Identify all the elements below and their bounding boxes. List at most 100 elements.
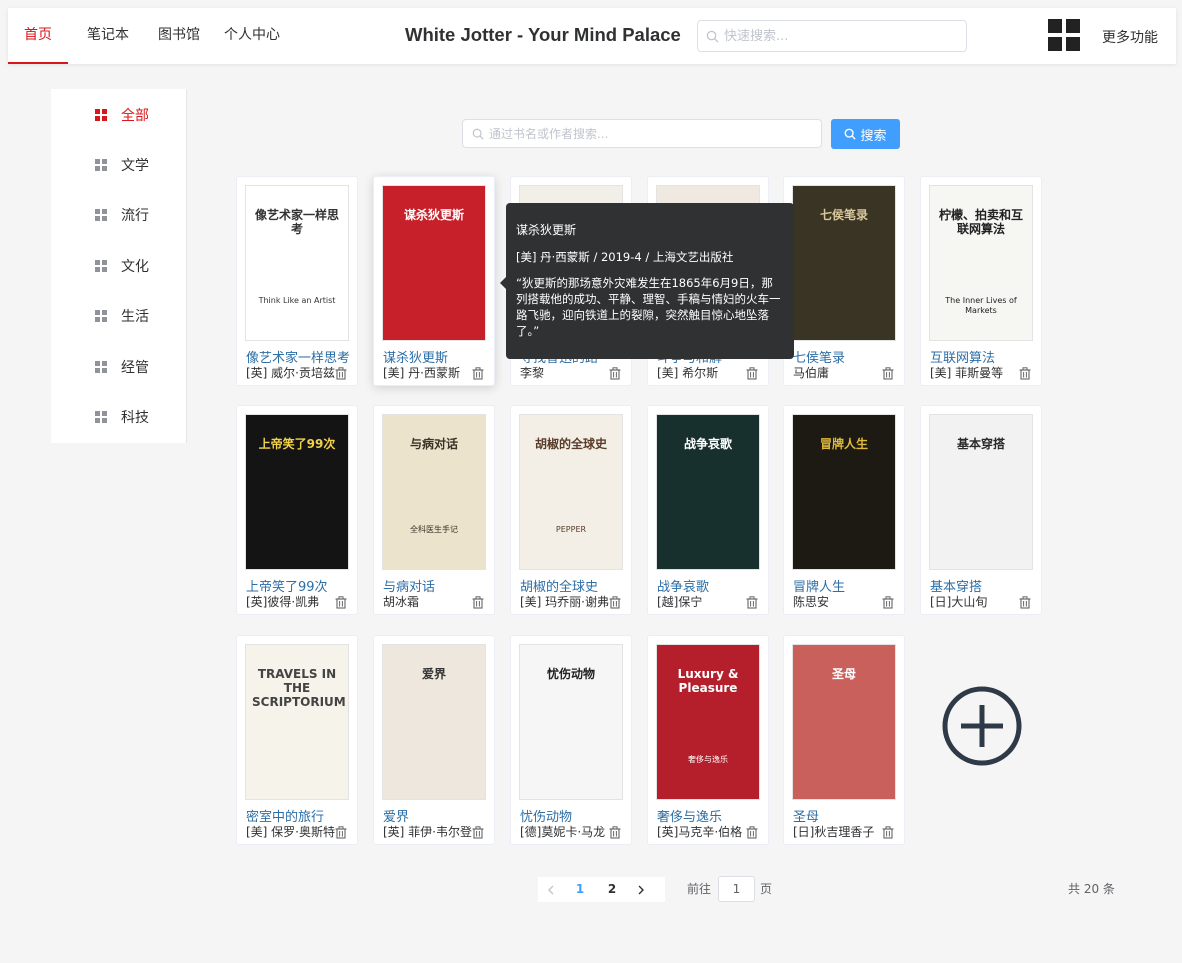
grid-icon[interactable] <box>1048 19 1080 51</box>
sidebar-item-label: 生活 <box>121 309 149 325</box>
cover-title: 谋杀狄更斯 <box>403 208 464 222</box>
goto-unit: 页 <box>760 882 773 896</box>
cover-subtitle: 全科医生手记 <box>410 525 458 534</box>
cover-title: 柠檬、拍卖和互联网算法 <box>938 208 1023 236</box>
trash-icon[interactable] <box>1019 365 1031 384</box>
book-card[interactable]: 基本穿搭 基本穿搭 [日]大山旬 <box>920 405 1042 615</box>
book-author: 胡冰霜 <box>383 595 420 609</box>
trash-icon[interactable] <box>472 594 484 613</box>
nav-item-library[interactable]: 图书馆 <box>146 8 212 64</box>
book-card[interactable]: 谋杀狄更斯 谋杀狄更斯 [美] 丹·西蒙斯 <box>373 176 495 386</box>
trash-icon[interactable] <box>882 824 894 843</box>
book-cover[interactable]: 谋杀狄更斯 <box>382 185 486 341</box>
book-card[interactable]: 与病对话 全科医生手记 与病对话 胡冰霜 <box>373 405 495 615</box>
book-cover[interactable]: 忧伤动物 <box>519 644 623 800</box>
cover-title: 七侯笔录 <box>819 208 868 222</box>
trash-icon[interactable] <box>609 594 621 613</box>
sidebar-item-business[interactable]: 经管 <box>51 342 187 392</box>
book-cover[interactable]: 上帝笑了99次 <box>245 414 349 570</box>
book-search-box[interactable] <box>462 119 822 148</box>
sidebar-item-label: 全部 <box>121 108 149 124</box>
book-card[interactable]: 圣母 圣母 [日]秋吉理香子 <box>783 635 905 845</box>
trash-icon[interactable] <box>882 365 894 384</box>
cover-title: 战争哀歌 <box>683 437 732 451</box>
book-cover[interactable]: 圣母 <box>792 644 896 800</box>
prev-page-button[interactable] <box>538 877 564 902</box>
book-card[interactable]: 爱界 爱界 [英] 菲伊·韦尔登 <box>373 635 495 845</box>
book-tooltip: 谋杀狄更斯 [美] 丹·西蒙斯 / 2019-4 / 上海文艺出版社 “狄更斯的… <box>500 203 794 359</box>
book-author: [日]秋吉理香子 <box>793 825 875 839</box>
trash-icon[interactable] <box>472 365 484 384</box>
book-cover[interactable]: 战争哀歌 <box>656 414 760 570</box>
sidebar-item-life[interactable]: 生活 <box>51 291 187 341</box>
sidebar-item-literature[interactable]: 文学 <box>51 140 187 190</box>
goto-label: 前往 <box>687 882 712 896</box>
book-cover[interactable]: Luxury & Pleasure 奢侈与逸乐 <box>656 644 760 800</box>
book-cover[interactable]: 冒牌人生 <box>792 414 896 570</box>
book-card[interactable]: Luxury & Pleasure 奢侈与逸乐 奢侈与逸乐 [英]马克辛·伯格 <box>647 635 769 845</box>
book-card[interactable]: 胡椒的全球史 PEPPER 胡椒的全球史 [美] 玛乔丽·谢弗 <box>510 405 632 615</box>
book-card[interactable]: 像艺术家一样思考 Think Like an Artist 像艺术家一样思考 [英] … <box>236 176 358 386</box>
book-author: [美] 保罗·奥斯特 <box>246 825 335 839</box>
page-number[interactable]: 2 <box>596 877 628 902</box>
book-cover[interactable]: 与病对话 全科医生手记 <box>382 414 486 570</box>
next-page-button[interactable] <box>628 877 654 902</box>
grid-icon <box>95 159 107 171</box>
book-card[interactable]: 忧伤动物 忧伤动物 [德]莫妮卡·马龙 <box>510 635 632 845</box>
trash-icon[interactable] <box>746 824 758 843</box>
trash-icon[interactable] <box>746 594 758 613</box>
add-book-button[interactable] <box>942 686 1022 770</box>
trash-icon[interactable] <box>746 365 758 384</box>
trash-icon[interactable] <box>882 594 894 613</box>
book-card[interactable]: TRAVELS IN THE SCRIPTORIUM 密室中的旅行 [美] 保罗·奥… <box>236 635 358 845</box>
sidebar-item-label: 文学 <box>121 158 149 174</box>
tooltip-meta: [美] 丹·西蒙斯 / 2019-4 / 上海文艺出版社 <box>516 250 734 264</box>
book-search-input[interactable] <box>489 120 815 147</box>
more-functions-menu[interactable]: 更多功能 <box>1102 27 1158 47</box>
book-card[interactable]: 七侯笔录 七侯笔录 马伯庸 <box>783 176 905 386</box>
book-card[interactable]: 上帝笑了99次 上帝笑了99次 [英]彼得·凯弗 <box>236 405 358 615</box>
cover-subtitle: Think Like an Artist <box>258 296 336 305</box>
sidebar-item-popular[interactable]: 流行 <box>51 190 187 240</box>
book-author: 陈思安 <box>793 595 830 609</box>
book-cover[interactable]: 基本穿搭 <box>929 414 1033 570</box>
trash-icon[interactable] <box>609 365 621 384</box>
book-cover[interactable]: 柠檬、拍卖和互联网算法 The Inner Lives of Markets <box>929 185 1033 341</box>
book-cover[interactable]: 七侯笔录 <box>792 185 896 341</box>
goto-page-input[interactable] <box>718 876 755 902</box>
cover-title: 像艺术家一样思考 <box>254 208 339 236</box>
book-author: [英]马克辛·伯格 <box>657 825 743 839</box>
book-cover[interactable]: 像艺术家一样思考 Think Like an Artist <box>245 185 349 341</box>
book-cover[interactable]: TRAVELS IN THE SCRIPTORIUM <box>245 644 349 800</box>
sidebar-item-culture[interactable]: 文化 <box>51 241 187 291</box>
trash-icon[interactable] <box>335 594 347 613</box>
trash-icon[interactable] <box>1019 594 1031 613</box>
book-author: [英] 威尔·贡培兹 <box>246 366 335 380</box>
trash-icon[interactable] <box>335 365 347 384</box>
book-cover[interactable]: 胡椒的全球史 PEPPER <box>519 414 623 570</box>
quick-search-input[interactable] <box>724 21 960 51</box>
sidebar-item-label: 文化 <box>121 259 149 275</box>
sidebar-item-label: 经管 <box>121 360 149 376</box>
book-card[interactable]: 冒牌人生 冒牌人生 陈思安 <box>783 405 905 615</box>
page-number[interactable]: 1 <box>564 877 596 902</box>
trash-icon[interactable] <box>335 824 347 843</box>
quick-search-box[interactable] <box>697 20 967 52</box>
grid-icon <box>95 411 107 423</box>
search-button[interactable]: 搜索 <box>831 119 900 149</box>
trash-icon[interactable] <box>609 824 621 843</box>
book-cover[interactable]: 爱界 <box>382 644 486 800</box>
tooltip-title: 谋杀狄更斯 <box>516 223 577 237</box>
book-card[interactable]: 战争哀歌 战争哀歌 [越]保宁 <box>647 405 769 615</box>
cover-title: 爱界 <box>421 667 446 681</box>
sidebar-item-technology[interactable]: 科技 <box>51 392 187 442</box>
main-nav: 首页 笔记本 图书馆 个人中心 <box>8 8 292 64</box>
book-card[interactable]: 柠檬、拍卖和互联网算法 The Inner Lives of Markets 互联网… <box>920 176 1042 386</box>
cover-title: 冒牌人生 <box>819 437 868 451</box>
grid-icon <box>95 310 107 322</box>
nav-item-home[interactable]: 首页 <box>8 8 68 64</box>
nav-item-notebook[interactable]: 笔记本 <box>70 8 146 64</box>
nav-item-profile[interactable]: 个人中心 <box>212 8 292 64</box>
trash-icon[interactable] <box>472 824 484 843</box>
sidebar-item-all[interactable]: 全部 <box>51 90 187 140</box>
